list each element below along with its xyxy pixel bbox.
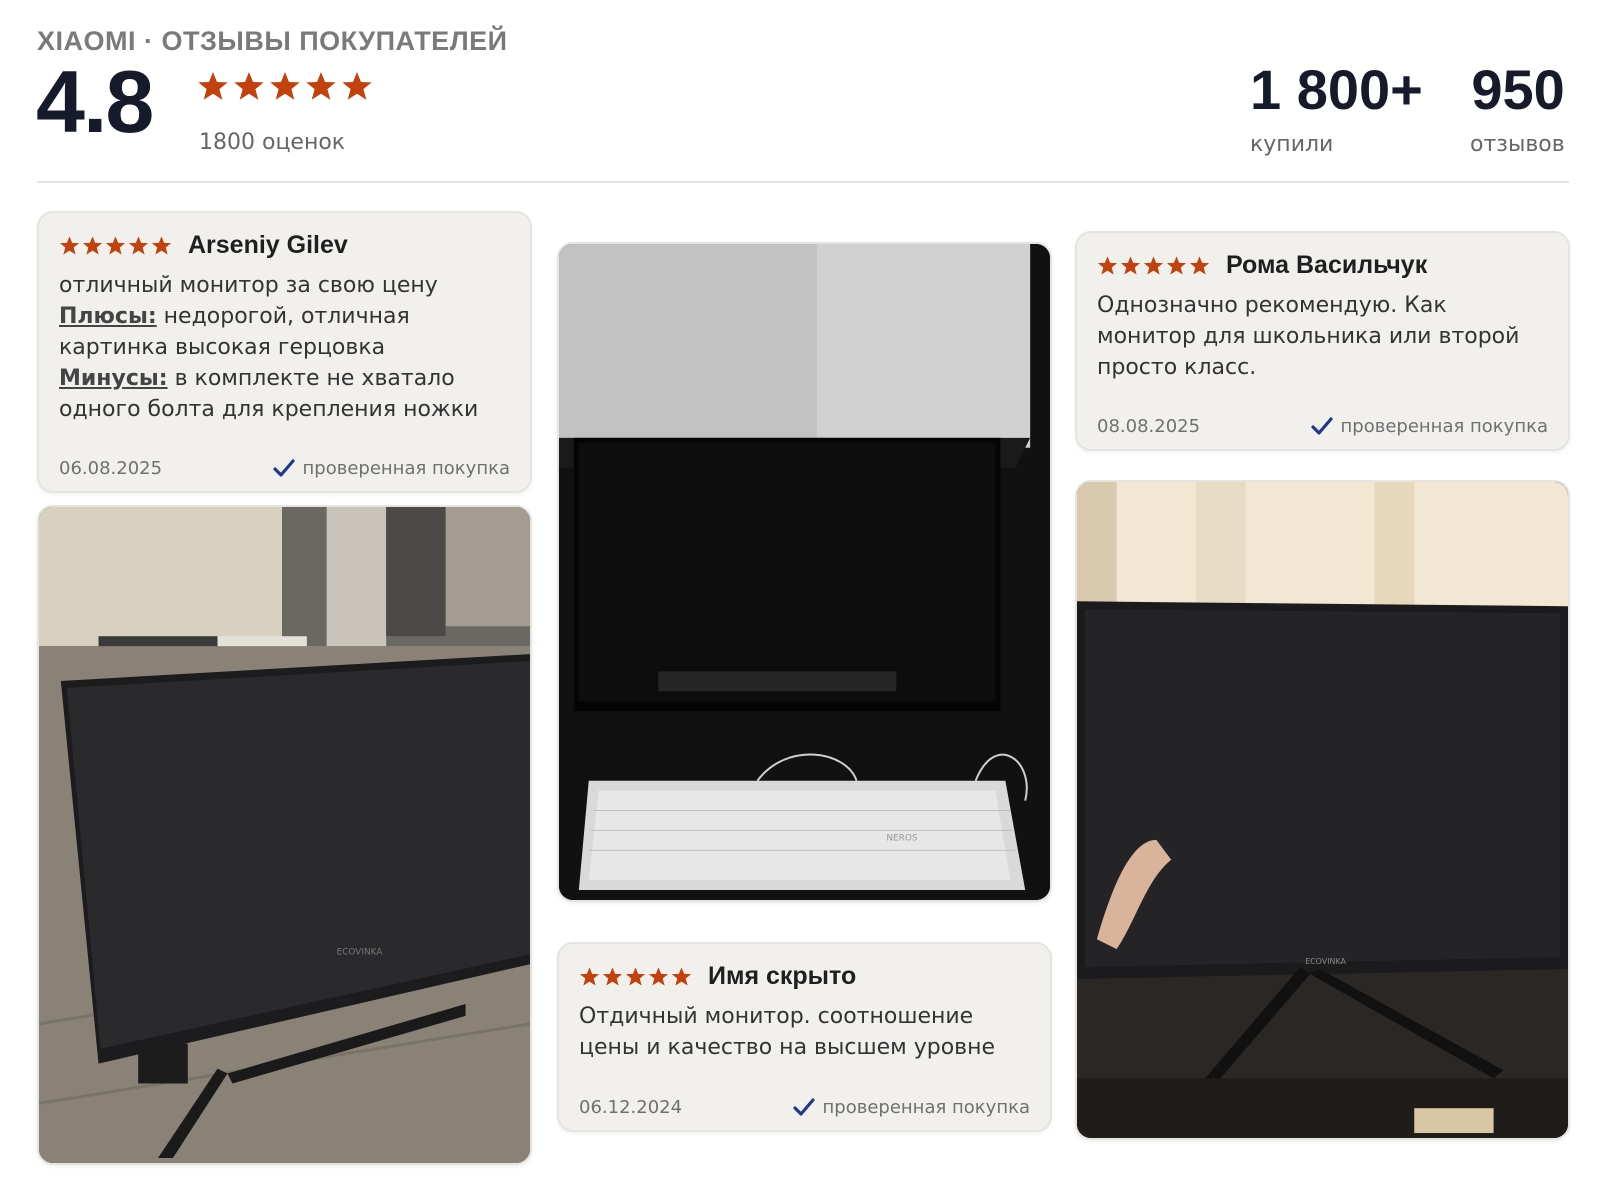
average-rating-stars	[197, 70, 373, 102]
star-icon	[151, 236, 172, 255]
verified-label: проверенная покупка	[822, 1097, 1030, 1118]
rating-count: 1800 оценок	[199, 130, 346, 155]
keyboard-brand-text: NEROS	[886, 833, 918, 843]
bezel-brand-text: ECOVINKA	[337, 947, 384, 957]
bezel-brand-text: ECOVINKA	[1305, 957, 1346, 966]
pros-label: Плюсы:	[59, 304, 157, 329]
verified-label: проверенная покупка	[1340, 416, 1548, 437]
reviews-page: XIAOMI · ОТЗЫВЫ ПОКУПАТЕЛЕЙ 4.8 1800 оце…	[0, 0, 1600, 1200]
review-date: 06.12.2024	[579, 1097, 683, 1118]
review-stars	[59, 235, 172, 256]
stat-reviews-value: 950	[1471, 58, 1565, 121]
review-author: Arseniy Gilev	[188, 231, 348, 259]
star-icon	[671, 967, 692, 986]
review-card[interactable]: Имя скрыто Отдичный монитор. соотношение…	[557, 942, 1052, 1132]
star-icon	[306, 72, 336, 100]
star-icon	[198, 72, 228, 100]
stat-bought: 1 800+ купили	[1250, 58, 1423, 158]
star-icon	[105, 236, 126, 255]
review-photo-monitor-floor[interactable]: ECOVINKA	[37, 505, 532, 1165]
monitor-photo-image: ECOVINKA	[39, 507, 530, 1163]
review-stars	[579, 966, 692, 987]
verified-badge: проверенная покупка	[792, 1097, 1030, 1118]
star-icon	[1189, 256, 1210, 275]
review-text: Однозначно рекомендую. Как монитор для ш…	[1097, 293, 1520, 380]
review-author: Имя скрыто	[708, 962, 857, 990]
star-icon	[1120, 256, 1141, 275]
star-icon	[1143, 256, 1164, 275]
stat-reviews-label: отзывов	[1470, 132, 1565, 157]
star-icon	[602, 967, 623, 986]
cons-label: Минусы:	[59, 366, 168, 391]
header-divider	[37, 181, 1569, 183]
review-date: 08.08.2025	[1097, 416, 1201, 437]
verified-badge: проверенная покупка	[272, 458, 510, 479]
review-date: 06.08.2025	[59, 458, 163, 479]
review-photo-monitor-keyboard[interactable]: NEROS	[557, 242, 1052, 902]
review-photo-monitor-desk[interactable]: ECOVINKA	[1075, 480, 1570, 1140]
stat-reviews: 950 отзывов	[1470, 58, 1565, 158]
monitor-desk-image: ECOVINKA	[1077, 482, 1568, 1138]
checkmark-icon	[272, 458, 295, 477]
star-icon	[82, 236, 103, 255]
review-text: Отдичный монитор. соотношение цены и кач…	[579, 1004, 996, 1060]
review-author: Рома Васильчук	[1226, 251, 1428, 279]
star-icon	[1097, 256, 1118, 275]
star-icon	[1166, 256, 1187, 275]
verified-label: проверенная покупка	[302, 458, 510, 479]
stat-bought-label: купили	[1250, 132, 1334, 157]
review-stars	[1097, 255, 1210, 276]
monitor-keyboard-image: NEROS	[559, 244, 1050, 900]
review-intro: отличный монитор за свою цену	[59, 273, 438, 298]
star-icon	[128, 236, 149, 255]
verified-badge: проверенная покупка	[1310, 416, 1548, 437]
average-rating: 4.8	[36, 52, 154, 151]
review-card[interactable]: Рома Васильчук Однозначно рекомендую. Ка…	[1075, 231, 1570, 451]
review-card[interactable]: Arseniy Gilev отличный монитор за свою ц…	[37, 211, 532, 493]
star-icon	[648, 967, 669, 986]
stat-bought-value: 1 800+	[1250, 58, 1423, 121]
star-icon	[59, 236, 80, 255]
star-icon	[625, 967, 646, 986]
star-icon	[270, 72, 300, 100]
star-icon	[342, 72, 372, 100]
star-icon	[579, 967, 600, 986]
review-text: отличный монитор за свою цену Плюсы: нед…	[59, 270, 510, 425]
checkmark-icon	[792, 1097, 815, 1116]
star-icon	[234, 72, 264, 100]
checkmark-icon	[1310, 416, 1333, 435]
